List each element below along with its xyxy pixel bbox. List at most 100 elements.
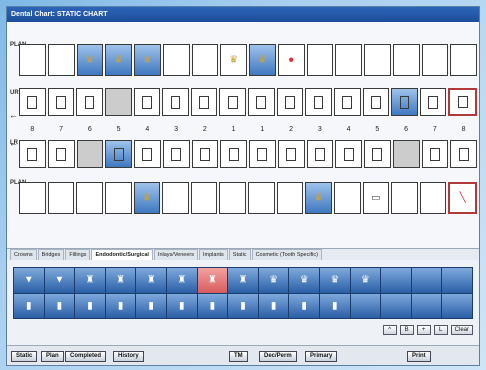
tooth-cell[interactable]: [191, 44, 219, 76]
print-button[interactable]: Print: [407, 351, 431, 362]
tooth-surface[interactable]: [19, 88, 46, 116]
procedure-button[interactable]: [381, 268, 411, 293]
tooth-cell[interactable]: ╲: [448, 182, 477, 214]
procedure-button[interactable]: ▮: [320, 293, 350, 318]
tooth-surface[interactable]: [448, 88, 477, 116]
tooth-surface[interactable]: [305, 88, 332, 116]
tooth-cell[interactable]: [364, 44, 391, 76]
tooth-cell[interactable]: [419, 182, 447, 214]
tab-static[interactable]: Static: [228, 249, 251, 260]
procedure-button[interactable]: ▮: [14, 293, 44, 318]
tooth-surface[interactable]: [162, 140, 190, 168]
tooth-cell[interactable]: [19, 182, 46, 214]
completed-button[interactable]: Completed: [65, 351, 107, 362]
procedure-button[interactable]: ♜: [136, 268, 166, 293]
tooth-cell[interactable]: [276, 182, 304, 214]
tooth-cell[interactable]: [76, 182, 103, 214]
tab-cosmetic[interactable]: Cosmetic (Tooth Specific): [251, 249, 322, 260]
procedure-button[interactable]: ♛: [258, 268, 289, 293]
tooth-cell[interactable]: ▭: [362, 182, 390, 214]
tooth-cell[interactable]: [335, 44, 362, 76]
tooth-surface[interactable]: [276, 88, 304, 116]
tooth-surface[interactable]: [333, 88, 361, 116]
tooth-surface[interactable]: [190, 88, 218, 116]
procedure-button[interactable]: ▮: [289, 293, 319, 318]
procedure-button[interactable]: ♜: [167, 268, 197, 293]
plus-button[interactable]: +: [416, 325, 431, 335]
tooth-surface[interactable]: [392, 140, 420, 168]
tooth-surface[interactable]: [364, 140, 391, 168]
procedure-button[interactable]: ♛: [320, 268, 350, 293]
tooth-surface[interactable]: [277, 140, 305, 168]
tooth-surface[interactable]: [248, 88, 275, 116]
tooth-surface[interactable]: [105, 140, 132, 168]
tooth-cell[interactable]: [450, 44, 477, 76]
tooth-cell[interactable]: ♛: [105, 44, 132, 76]
tooth-cell[interactable]: [392, 44, 420, 76]
procedure-button[interactable]: [381, 293, 411, 318]
procedure-button[interactable]: ▮: [197, 293, 228, 318]
procedure-button[interactable]: ▮: [75, 293, 105, 318]
tooth-surface[interactable]: [134, 140, 161, 168]
tooth-surface[interactable]: [47, 88, 75, 116]
procedure-button[interactable]: ▼: [14, 268, 44, 293]
tab-crowns[interactable]: Crowns: [10, 249, 37, 260]
procedure-button[interactable]: [442, 268, 472, 293]
tooth-surface[interactable]: [162, 88, 189, 116]
tab-endodontic-surgical[interactable]: Endodontic/Surgical: [91, 249, 153, 260]
tooth-cell[interactable]: ♛: [133, 182, 161, 214]
tooth-surface[interactable]: [306, 140, 334, 168]
dec-perm-button[interactable]: Dec/Perm: [259, 351, 297, 362]
tab-implants[interactable]: Implants: [199, 249, 228, 260]
tooth-cell[interactable]: [47, 44, 75, 76]
b-button[interactable]: B: [399, 325, 414, 335]
tooth-cell[interactable]: ♛: [76, 44, 104, 76]
static-button[interactable]: Static: [11, 351, 38, 362]
procedure-button[interactable]: ▮: [44, 293, 75, 318]
l-button[interactable]: L: [433, 325, 448, 335]
procedure-button[interactable]: ♜: [75, 268, 105, 293]
tooth-cell[interactable]: [333, 182, 361, 214]
tooth-cell[interactable]: [391, 182, 418, 214]
tooth-cell[interactable]: [190, 182, 218, 214]
tooth-surface[interactable]: [104, 88, 132, 116]
tooth-surface[interactable]: [133, 88, 161, 116]
primary-button[interactable]: Primary: [305, 351, 338, 362]
tooth-cell[interactable]: ♛: [249, 44, 276, 76]
procedure-button[interactable]: ♜: [105, 268, 136, 293]
tooth-cell[interactable]: [104, 182, 132, 214]
procedure-button[interactable]: [442, 293, 472, 318]
procedure-button[interactable]: ▼: [44, 268, 75, 293]
procedure-button[interactable]: ♛: [289, 268, 319, 293]
tab-inlays-veneers[interactable]: Inlays/Veneers: [153, 249, 198, 260]
tooth-surface[interactable]: [220, 140, 247, 168]
procedure-button[interactable]: ▮: [136, 293, 166, 318]
procedure-button[interactable]: [411, 268, 442, 293]
clear-button[interactable]: Clear: [450, 325, 473, 335]
tooth-surface[interactable]: [47, 140, 75, 168]
tooth-cell[interactable]: [421, 44, 449, 76]
tooth-cell[interactable]: [162, 44, 190, 76]
tooth-surface[interactable]: [191, 140, 219, 168]
tooth-surface[interactable]: [219, 88, 246, 116]
up-button[interactable]: ^: [382, 325, 397, 335]
left-arrow-icon[interactable]: ←: [9, 110, 18, 120]
tooth-cell[interactable]: ♛: [134, 44, 161, 76]
tooth-surface[interactable]: [362, 88, 390, 116]
tooth-surface[interactable]: [450, 140, 477, 168]
procedure-button[interactable]: ♛: [350, 268, 381, 293]
procedure-button[interactable]: ▮: [105, 293, 136, 318]
procedure-button[interactable]: ▮: [258, 293, 289, 318]
plan-button[interactable]: Plan: [41, 351, 64, 362]
procedure-button[interactable]: ♜: [228, 268, 258, 293]
tab-bridges[interactable]: Bridges: [37, 249, 65, 260]
tooth-surface[interactable]: [421, 140, 449, 168]
tooth-surface[interactable]: [419, 88, 447, 116]
tooth-surface[interactable]: [76, 140, 104, 168]
tooth-cell[interactable]: ♛: [220, 44, 247, 76]
tooth-cell[interactable]: [47, 182, 75, 214]
tooth-surface[interactable]: [249, 140, 276, 168]
tooth-surface[interactable]: [76, 88, 103, 116]
tab-fillings[interactable]: Fillings: [65, 249, 91, 260]
tooth-surface[interactable]: [335, 140, 362, 168]
